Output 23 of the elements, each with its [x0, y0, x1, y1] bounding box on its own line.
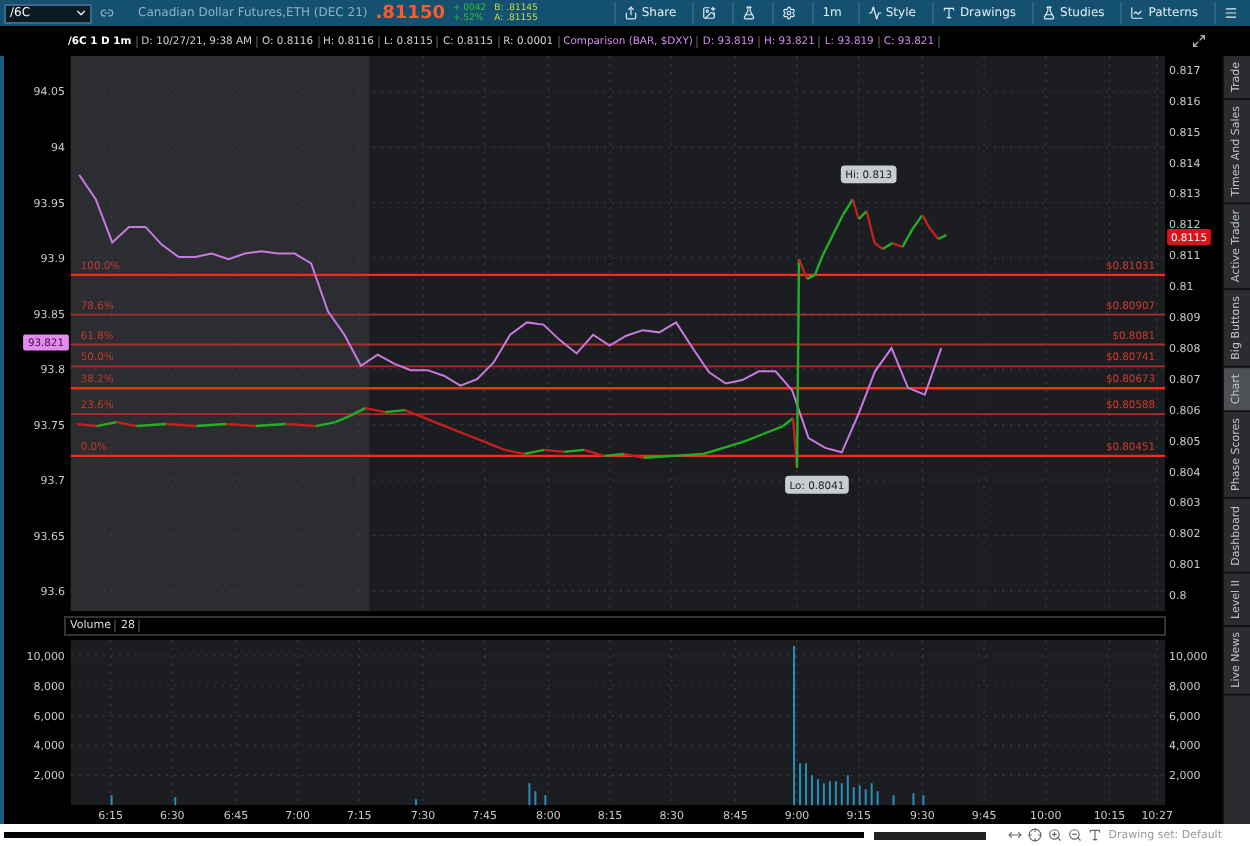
last-price: .81150 — [375, 3, 445, 23]
picture-icon — [702, 6, 717, 20]
link-icon[interactable] — [100, 6, 114, 20]
pan-icon[interactable] — [1008, 828, 1023, 842]
text-icon — [941, 6, 956, 20]
zoom-out-icon[interactable] — [1068, 828, 1083, 842]
fibonacci-line[interactable] — [70, 273, 1166, 277]
scrollbar[interactable] — [4, 832, 865, 838]
menu-icon — [1224, 6, 1238, 20]
chart-icon — [1130, 6, 1145, 20]
share-icon — [623, 6, 638, 20]
crosshair-icon[interactable] — [1028, 828, 1043, 842]
expand-icon[interactable] — [1192, 34, 1206, 48]
pulse-icon — [867, 6, 882, 20]
fibonacci-line[interactable] — [69, 365, 1166, 368]
zoom-in-icon[interactable] — [1048, 828, 1063, 842]
settings-icon — [782, 6, 797, 20]
scroll-thumb[interactable] — [874, 831, 987, 839]
text-icon[interactable] — [1088, 828, 1103, 842]
fibonacci-line[interactable] — [70, 454, 1166, 458]
flask-icon — [742, 6, 757, 20]
dropdown-icon — [74, 6, 88, 20]
flask-icon — [1042, 6, 1057, 20]
